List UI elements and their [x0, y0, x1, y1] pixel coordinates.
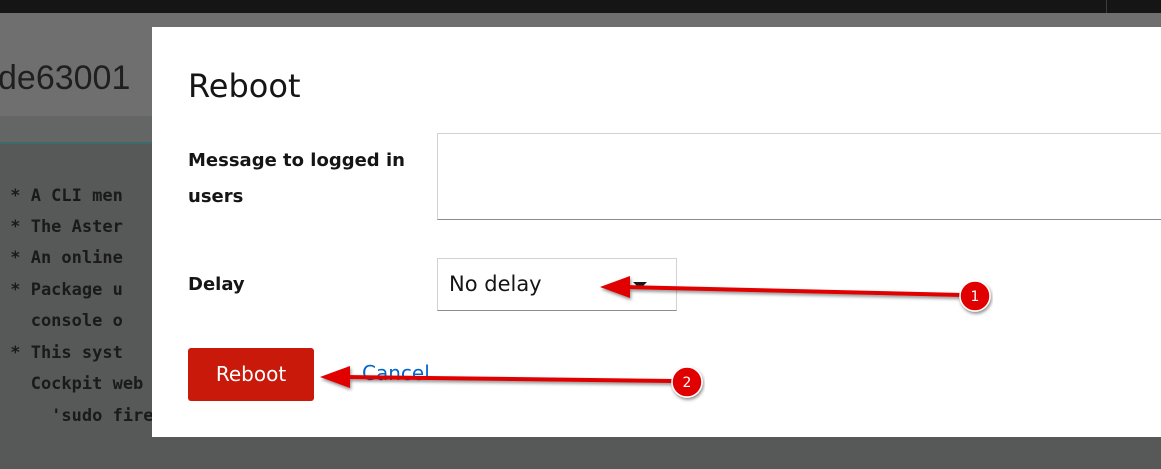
terminal-line: * Package u [0, 280, 123, 300]
terminal-line: * The Aster [0, 217, 123, 237]
top-nav-bar [0, 0, 1161, 13]
delay-select[interactable]: No delay [437, 258, 677, 311]
message-input[interactable] [437, 133, 1161, 220]
cancel-button[interactable]: Cancel [362, 361, 430, 385]
screen: de63001 * A CLI men * The Aster * An onl… [0, 0, 1161, 469]
delay-label: Delay [188, 274, 245, 295]
reboot-button[interactable]: Reboot [188, 348, 314, 401]
top-nav-divider [1106, 0, 1107, 13]
terminal-line: console o [0, 311, 123, 331]
caret-down-icon [633, 282, 647, 289]
message-label: Message to logged in users [188, 143, 405, 215]
terminal-line: * This syst [0, 343, 123, 363]
delay-select-value: No delay [449, 272, 542, 296]
dialog-title: Reboot [188, 67, 301, 105]
terminal-line: * An online [0, 248, 123, 268]
reboot-dialog: Reboot Message to logged in users Delay … [152, 27, 1161, 437]
terminal-line: * A CLI men [0, 186, 123, 206]
message-label-line: Message to logged in [188, 150, 405, 171]
message-label-line: users [188, 186, 244, 207]
host-title: de63001 [0, 59, 131, 97]
